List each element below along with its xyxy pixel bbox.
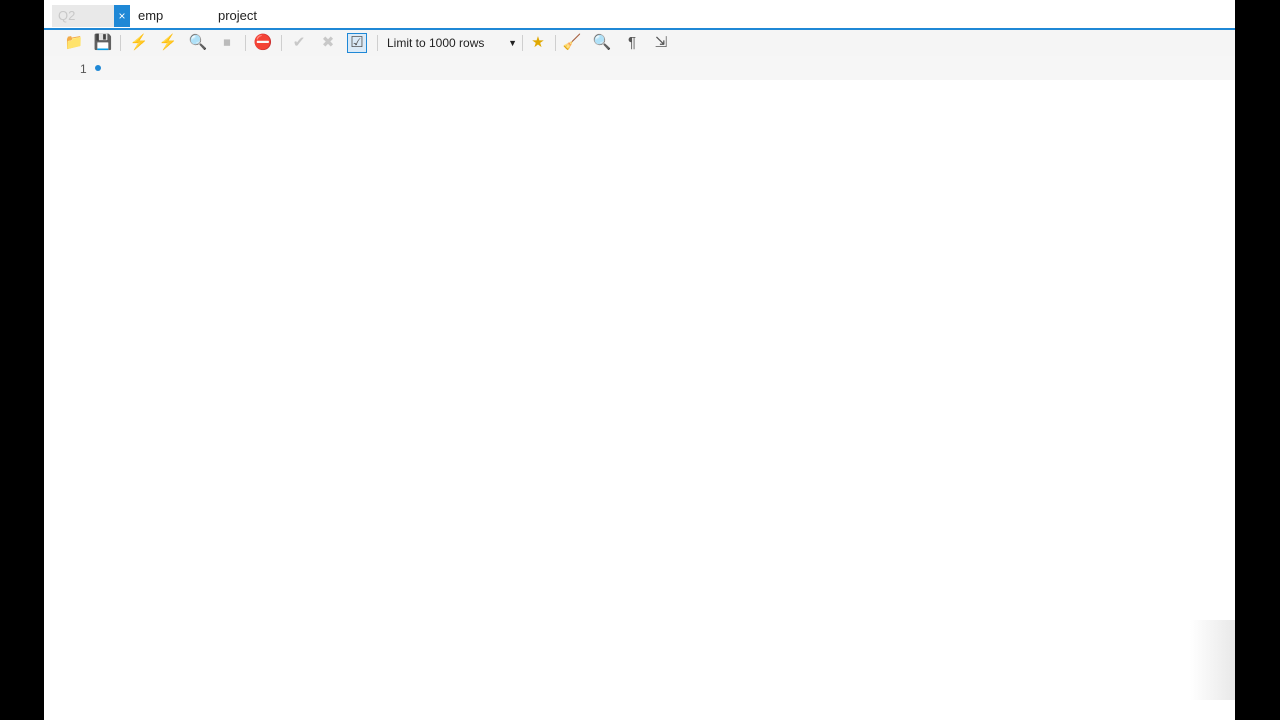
commit-icon[interactable]: ✔ bbox=[289, 33, 309, 53]
sql-editor-window: Q2 × emp project 📁 💾 ⚡ ⚡ 🔍 ⏹ ⛔ ✔ ✖ ☑ Lim… bbox=[44, 0, 1235, 720]
stop-icon[interactable]: ⏹ bbox=[217, 33, 237, 53]
explain-icon[interactable]: 🔍 bbox=[188, 33, 208, 53]
row-limit-select[interactable]: Limit to 1000 rows ▼ bbox=[387, 34, 517, 52]
execute-all-icon[interactable]: ⚡ bbox=[129, 33, 149, 53]
tab-emp-label: emp bbox=[138, 8, 164, 23]
sql-toolbar: 📁 💾 ⚡ ⚡ 🔍 ⏹ ⛔ ✔ ✖ ☑ Limit to 1000 rows ▼… bbox=[44, 30, 1235, 56]
query-tab-bar: Q2 × emp project bbox=[44, 2, 1235, 30]
close-tab-icon[interactable]: × bbox=[114, 5, 130, 27]
chevron-down-icon: ▼ bbox=[508, 38, 517, 48]
row-limit-label: Limit to 1000 rows bbox=[387, 36, 485, 50]
tab-project-label: project bbox=[218, 8, 258, 23]
tab-project[interactable]: project bbox=[212, 5, 263, 27]
invisible-chars-icon[interactable]: ¶ bbox=[622, 33, 642, 53]
add-snippet-star-icon[interactable]: ★ bbox=[528, 33, 548, 53]
line-number: 1 bbox=[80, 62, 87, 76]
autocommit-icon[interactable]: ☑ bbox=[347, 33, 367, 53]
toolbar-separator bbox=[377, 35, 378, 51]
open-file-icon[interactable]: 📁 bbox=[64, 33, 84, 53]
execute-current-icon[interactable]: ⚡ bbox=[158, 33, 178, 53]
rollback-icon[interactable]: ✖ bbox=[318, 33, 338, 53]
toolbar-separator bbox=[281, 35, 282, 51]
word-wrap-icon[interactable]: ⇲ bbox=[651, 33, 671, 53]
beautify-icon[interactable]: 🧹 bbox=[562, 33, 582, 53]
toolbar-separator bbox=[522, 35, 523, 51]
tab-q2-label: Q2 bbox=[58, 8, 76, 23]
sql-editor-area[interactable] bbox=[128, 58, 1228, 708]
save-icon[interactable]: 💾 bbox=[93, 33, 113, 53]
toolbar-separator bbox=[120, 35, 121, 51]
toolbar-separator bbox=[555, 35, 556, 51]
current-line-marker bbox=[95, 65, 101, 71]
scrollbar-blur bbox=[1190, 620, 1235, 700]
tab-emp[interactable]: emp bbox=[132, 5, 169, 27]
toolbar-separator bbox=[245, 35, 246, 51]
find-icon[interactable]: 🔍 bbox=[592, 33, 612, 53]
toggle-error-icon[interactable]: ⛔ bbox=[253, 33, 273, 53]
